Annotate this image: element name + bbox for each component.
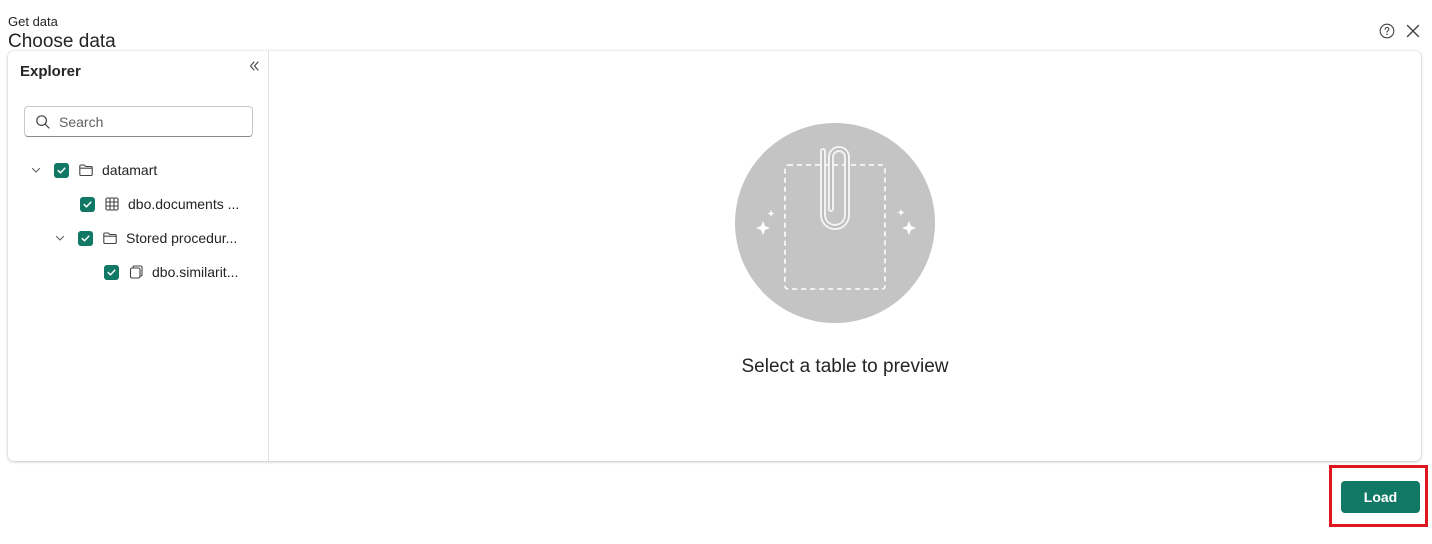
close-icon[interactable]	[1404, 22, 1422, 40]
preview-empty-message: Select a table to preview	[741, 356, 949, 377]
table-icon	[104, 196, 120, 212]
explorer-title: Explorer	[20, 63, 81, 80]
checkbox-stored-procedures[interactable]	[78, 230, 93, 246]
tree-item-similarity[interactable]: dbo.similarit...	[104, 262, 238, 282]
get-data-eyebrow: Get data	[8, 14, 58, 29]
folder-icon	[78, 162, 94, 178]
load-button[interactable]: Load	[1341, 481, 1420, 513]
tree-item-label: dbo.documents ...	[128, 196, 240, 212]
tree-item-label: dbo.similarit...	[152, 264, 239, 280]
stored-procedure-icon	[128, 264, 144, 280]
tree-item-documents[interactable]: dbo.documents ...	[80, 194, 239, 214]
search-input[interactable]	[57, 112, 241, 131]
page-title: Choose data	[8, 31, 116, 52]
choose-data-panel: Explorer Search datamart dbo.documents .…	[8, 51, 1421, 461]
collapse-pane-icon[interactable]	[246, 58, 262, 74]
paperclip-illustration	[735, 123, 935, 323]
checkbox-similarity[interactable]	[104, 264, 119, 280]
dialog-actions	[1378, 22, 1422, 40]
chevron-down-icon[interactable]	[30, 164, 42, 176]
folder-icon	[102, 230, 118, 246]
checkbox-datamart[interactable]	[54, 162, 69, 178]
tree-item-label: datamart	[102, 162, 158, 178]
chevron-down-icon[interactable]	[54, 232, 66, 244]
search-box	[24, 106, 253, 137]
help-icon[interactable]	[1378, 22, 1396, 40]
tree-item-datamart[interactable]: datamart	[30, 160, 157, 180]
tree-item-stored-procedures[interactable]: Stored procedur...	[54, 228, 237, 248]
preview-pane: Select a table to preview	[269, 51, 1421, 461]
tree-item-label: Stored procedur...	[126, 230, 238, 246]
search-icon	[35, 114, 51, 130]
checkbox-documents[interactable]	[80, 196, 95, 212]
explorer-pane: Explorer Search datamart dbo.documents .…	[8, 51, 269, 461]
